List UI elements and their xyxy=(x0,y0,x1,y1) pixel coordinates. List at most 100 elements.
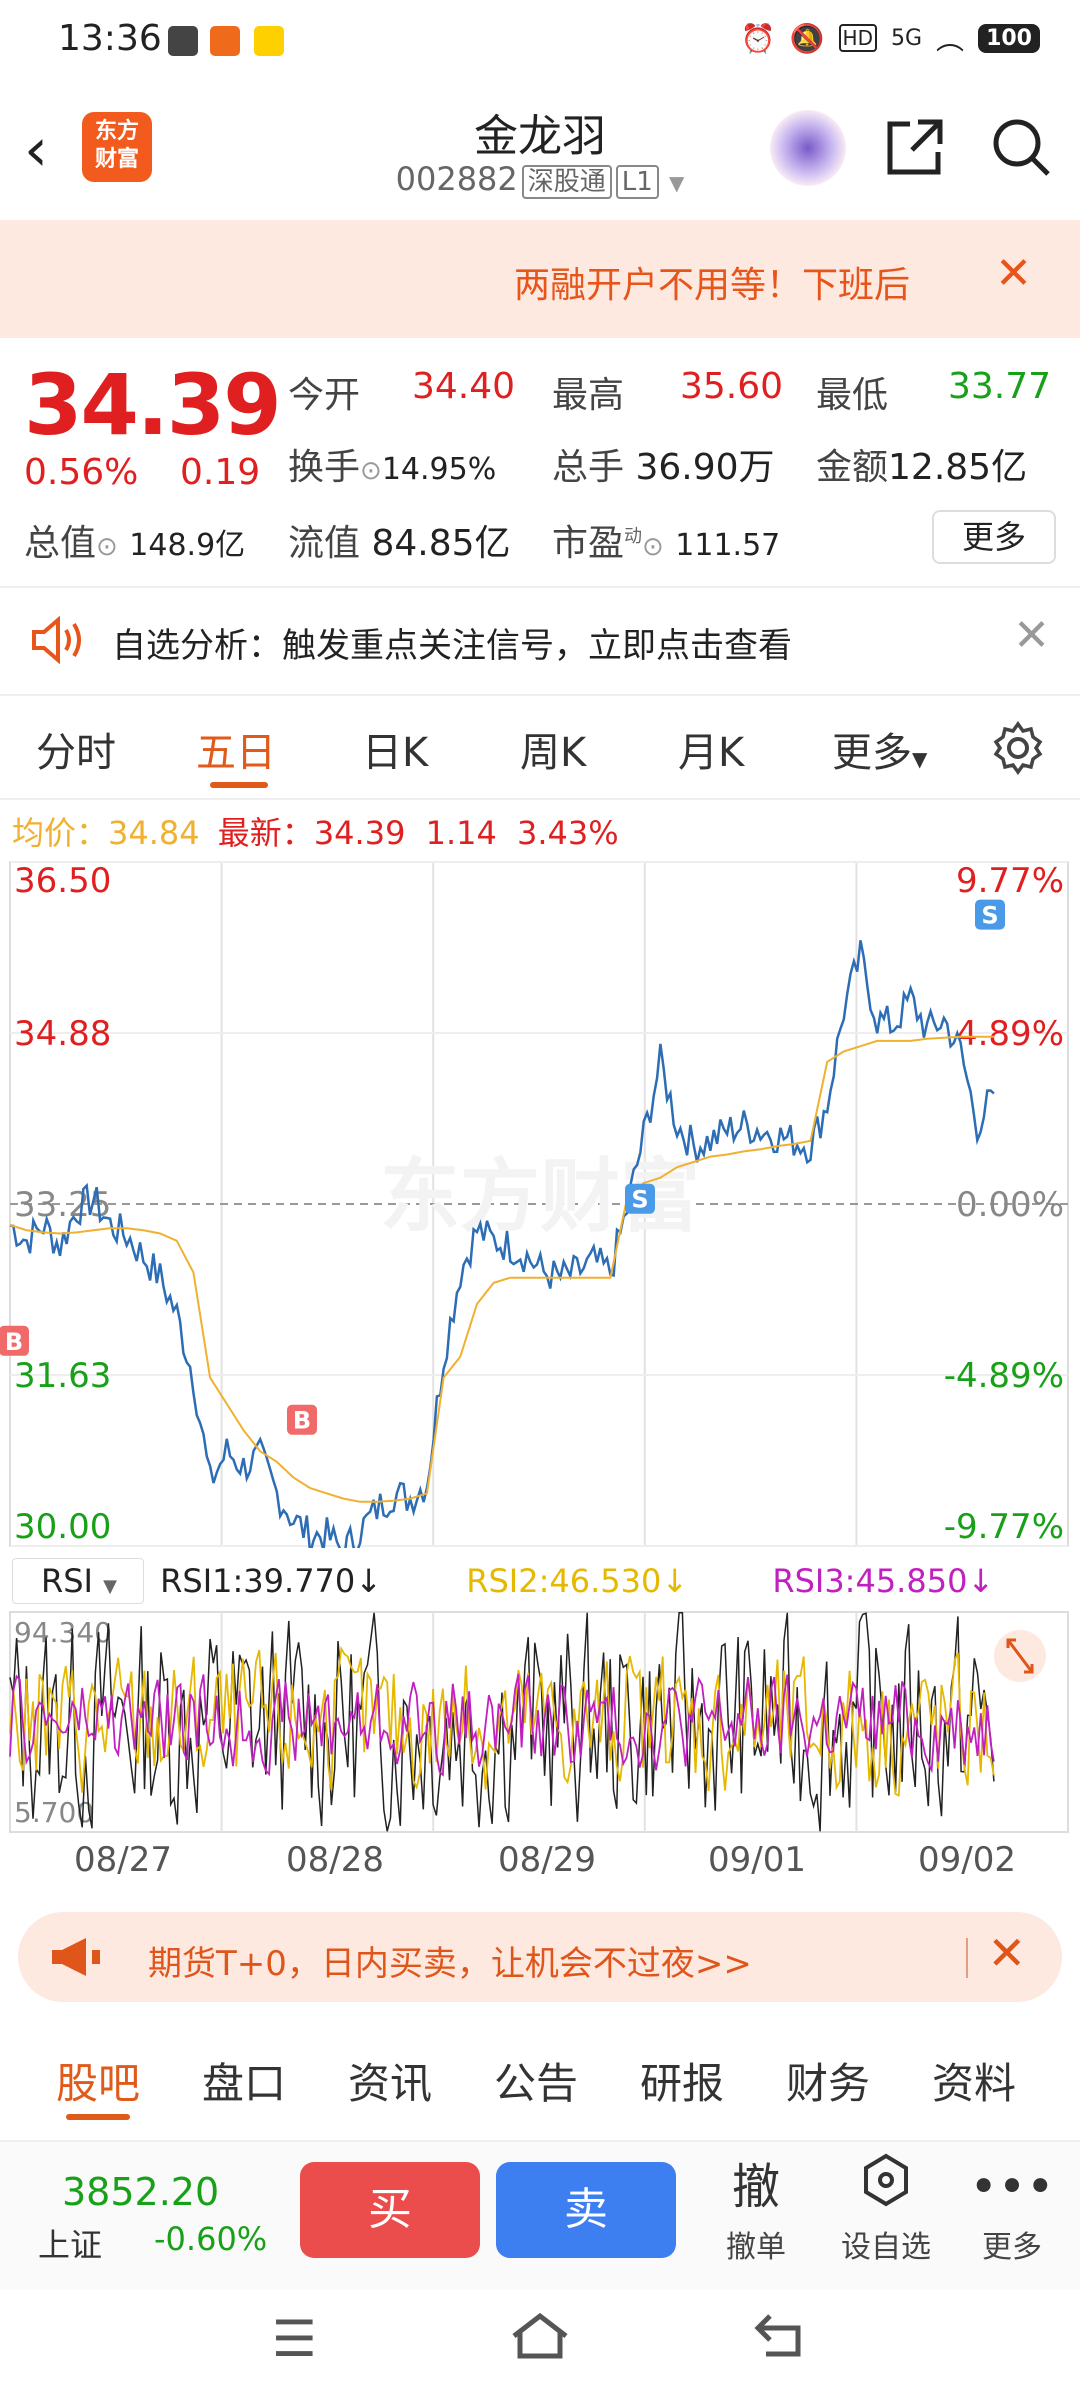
meituan-icon xyxy=(254,26,284,56)
y-tick-right: 0.00% xyxy=(956,1185,1064,1225)
open-label: 今开 xyxy=(288,375,361,416)
chg-pct-value: 3.43% xyxy=(517,814,619,852)
dropdown-icon[interactable]: ▼ xyxy=(669,171,684,195)
marker-label: B xyxy=(293,1407,311,1435)
close-icon[interactable]: ✕ xyxy=(987,1926,1026,1980)
hd-icon: HD xyxy=(838,24,877,52)
tab-guba[interactable]: 股吧 xyxy=(56,2050,140,2111)
float-value: 84.85亿 xyxy=(371,523,511,564)
tab-announcements[interactable]: 公告 xyxy=(494,2050,578,2111)
rsi2-value: RSI2:46.530↓ xyxy=(466,1562,689,1600)
trade-marker-b: B xyxy=(0,1325,29,1356)
tab-monthly-k[interactable]: 月K xyxy=(678,720,744,778)
volume-label: 总手 xyxy=(552,447,625,488)
info-icon[interactable]: ⊙ xyxy=(96,532,118,562)
bottom-toolbar: 3852.20 上证 -0.60% 买 卖 撤 撤单 设自选 ••• 更多 xyxy=(0,2140,1080,2290)
sell-button[interactable]: 卖 xyxy=(496,2162,676,2258)
share-icon[interactable] xyxy=(884,116,946,192)
alert-row[interactable]: 自选分析：触发重点关注信号，立即点击查看 ✕ xyxy=(0,590,1080,690)
info-icon[interactable]: ⊙ xyxy=(642,532,664,562)
more-quote-button[interactable]: 更多 xyxy=(932,510,1056,564)
mcap-label: 总值 xyxy=(24,523,97,564)
tab-research[interactable]: 研报 xyxy=(640,2050,724,2111)
more-icon: ••• xyxy=(969,2159,1055,2215)
marker-label: S xyxy=(631,1186,648,1214)
expand-icon xyxy=(994,1630,1046,1682)
search-icon[interactable] xyxy=(990,116,1052,192)
chg-value: 1.14 xyxy=(425,814,497,852)
rsi3-value: RSI3:45.850↓ xyxy=(772,1562,995,1600)
quote-panel: 34.39 0.56% 0.19 今开 34.40 最高 35.60 最低 33… xyxy=(0,338,1080,583)
separator xyxy=(966,1938,968,1978)
promo-banner[interactable]: 两融开户不用等！下班后 ✕ xyxy=(0,220,1080,338)
date-label: 08/27 xyxy=(74,1840,172,1880)
y-tick-left: 36.50 xyxy=(14,861,111,901)
notification-icon xyxy=(168,26,198,56)
megaphone-icon xyxy=(48,1936,104,1982)
pe-label: 市盈 xyxy=(552,523,625,564)
promo-text: 两融开户不用等！下班后 xyxy=(514,265,911,306)
amount-label: 金额 xyxy=(816,447,889,488)
clock: 13:36 xyxy=(58,18,162,59)
avg-value: 34.84 xyxy=(108,814,200,852)
buy-button[interactable]: 买 xyxy=(300,2162,480,2258)
marker-label: S xyxy=(981,902,998,930)
menu-icon[interactable]: ☰ xyxy=(272,2310,317,2368)
content-tabs: 股吧 盘口 资讯 公告 研报 财务 资料 xyxy=(0,2030,1080,2140)
low-value: 33.77 xyxy=(948,366,1052,407)
chart-legend: 均价：34.84 最新：34.39 1.14 3.43% xyxy=(12,808,619,854)
tab-intraday[interactable]: 分时 xyxy=(36,720,116,778)
settings-icon[interactable] xyxy=(990,720,1046,780)
price-line xyxy=(9,940,995,1548)
date-label: 08/29 xyxy=(498,1840,596,1880)
y-tick-right: 4.89% xyxy=(956,1014,1064,1054)
y-tick-right: -4.89% xyxy=(944,1356,1064,1396)
watch-label: 设自选 xyxy=(841,2230,931,2265)
pe-sup: 动 xyxy=(624,526,643,547)
index-change: -0.60% xyxy=(154,2220,268,2258)
pe-value: 111.57 xyxy=(675,528,781,563)
date-label: 08/28 xyxy=(286,1840,384,1880)
y-tick-left: 30.00 xyxy=(14,1507,111,1547)
add-watchlist-button[interactable]: 设自选 xyxy=(826,2152,946,2266)
more-button[interactable]: ••• 更多 xyxy=(952,2152,1072,2266)
volume-value: 36.90万 xyxy=(635,447,775,488)
wifi-icon: ︵ xyxy=(936,23,965,56)
rsi-chart[interactable]: 94.3405.700 xyxy=(0,1608,1080,1836)
marker-label: B xyxy=(5,1328,23,1356)
cancel-order-button[interactable]: 撤 撤单 xyxy=(696,2152,816,2266)
last-price: 34.39 xyxy=(24,356,282,454)
tab-weekly-k[interactable]: 周K xyxy=(520,720,586,778)
price-chart[interactable]: 东方财富36.5034.8833.2531.6330.009.77%4.89%0… xyxy=(0,858,1080,1548)
latest-value: 34.39 xyxy=(313,814,406,852)
divider xyxy=(0,798,1080,800)
speaker-icon xyxy=(28,615,84,668)
tab-pankou[interactable]: 盘口 xyxy=(202,2050,286,2111)
back-nav-icon[interactable] xyxy=(752,2310,808,2374)
trade-marker-s: S xyxy=(975,899,1005,930)
alert-text: 自选分析：触发重点关注信号，立即点击查看 xyxy=(112,626,792,666)
home-icon[interactable] xyxy=(508,2310,572,2374)
tab-finance[interactable]: 财务 xyxy=(786,2050,870,2111)
turnover-label: 换手 xyxy=(288,447,361,488)
tab-profile[interactable]: 资料 xyxy=(932,2050,1016,2111)
indicator-select[interactable]: RSI ▼ xyxy=(12,1558,144,1604)
index-name: 上证 xyxy=(38,2226,103,2264)
tab-more[interactable]: 更多▼ xyxy=(832,720,927,778)
futures-banner[interactable]: 期货T+0，日内买卖，让机会不过夜>> ✕ xyxy=(18,1912,1062,2002)
cancel-label: 撤单 xyxy=(726,2230,786,2265)
assistant-avatar[interactable] xyxy=(770,110,846,186)
close-icon[interactable]: ✕ xyxy=(995,248,1032,299)
close-icon[interactable]: ✕ xyxy=(1013,610,1050,661)
index-value: 3852.20 xyxy=(62,2170,220,2214)
signal-icon: 5G xyxy=(891,25,923,51)
change-amt: 0.19 xyxy=(180,452,261,493)
tab-more-label: 更多 xyxy=(832,730,912,776)
tab-five-day[interactable]: 五日 xyxy=(196,720,276,778)
dropdown-icon: ▼ xyxy=(103,1576,117,1597)
tab-daily-k[interactable]: 日K xyxy=(362,720,428,778)
info-icon[interactable]: ⊙ xyxy=(360,456,382,486)
y-tick-right: -9.77% xyxy=(944,1507,1064,1547)
divider xyxy=(0,586,1080,588)
tab-news[interactable]: 资讯 xyxy=(348,2050,432,2111)
